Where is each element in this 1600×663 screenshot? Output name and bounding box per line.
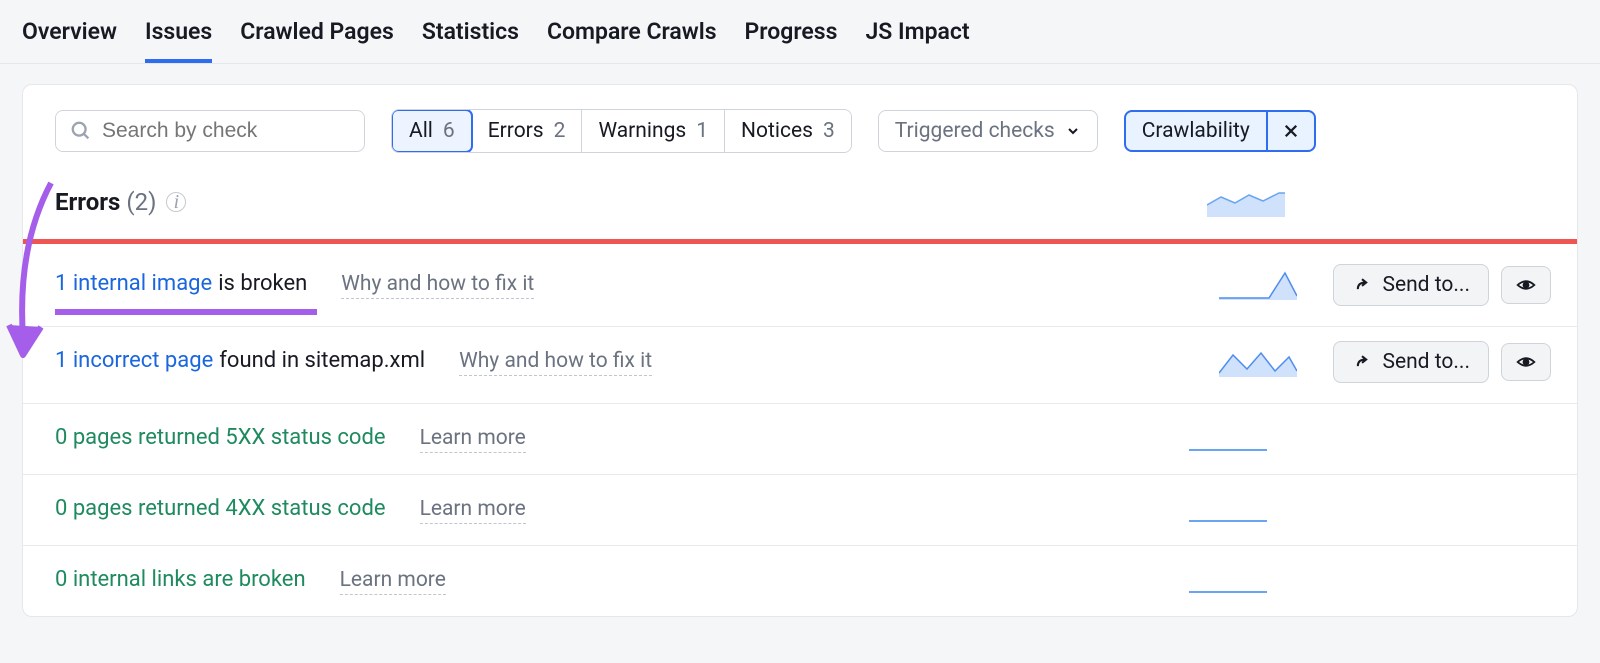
row-sparkline (1219, 270, 1297, 300)
issue-text: 0 pages returned 5XX status code Learn m… (55, 425, 526, 453)
section-title: Errors (55, 188, 120, 216)
filter-errors-label: Errors (488, 119, 544, 143)
errors-section-header: Errors (2) i (23, 171, 1577, 239)
annotation-underline (55, 309, 317, 315)
filter-warnings-count: 1 (696, 119, 708, 143)
issue-desc: 0 pages returned 5XX status code (55, 425, 386, 450)
share-arrow-icon (1352, 352, 1372, 372)
row-sparkline (1189, 495, 1267, 525)
filter-all[interactable]: All 6 (391, 109, 473, 153)
help-link[interactable]: Learn more (420, 426, 526, 453)
send-to-label: Send to... (1382, 350, 1470, 374)
filter-chip-crawlability: Crawlability (1124, 110, 1316, 152)
filter-notices-label: Notices (741, 119, 813, 143)
filter-all-count: 6 (443, 119, 455, 143)
filter-errors[interactable]: Errors 2 (472, 110, 583, 152)
tabs-bar: Overview Issues Crawled Pages Statistics… (0, 0, 1600, 64)
issue-text: 0 pages returned 4XX status code Learn m… (55, 496, 526, 524)
visibility-toggle-button[interactable] (1501, 266, 1551, 304)
section-sparkline (1207, 187, 1285, 217)
close-icon (1282, 122, 1300, 140)
issue-desc: is broken (218, 271, 307, 296)
eye-icon (1514, 275, 1538, 295)
issue-desc: found in sitemap.xml (219, 348, 425, 373)
help-link[interactable]: Why and how to fix it (341, 272, 534, 299)
search-field[interactable] (55, 110, 365, 152)
issue-desc: 0 pages returned 4XX status code (55, 496, 386, 521)
filter-warnings-label: Warnings (598, 119, 686, 143)
issue-row: 1 incorrect page found in sitemap.xml Wh… (23, 321, 1577, 404)
filter-warnings[interactable]: Warnings 1 (582, 110, 725, 152)
issue-text: 1 internal image is broken Why and how t… (55, 271, 534, 299)
visibility-toggle-button[interactable] (1501, 343, 1551, 381)
row-sparkline (1219, 347, 1297, 377)
issue-link[interactable]: 1 incorrect page (55, 348, 213, 373)
search-icon (70, 120, 92, 142)
filter-notices-count: 3 (823, 119, 835, 143)
send-to-button[interactable]: Send to... (1333, 264, 1489, 306)
filter-toolbar: All 6 Errors 2 Warnings 1 Notices 3 Trig… (23, 85, 1577, 171)
help-link[interactable]: Learn more (420, 497, 526, 524)
issues-panel: All 6 Errors 2 Warnings 1 Notices 3 Trig… (22, 84, 1578, 617)
tab-crawled-pages[interactable]: Crawled Pages (240, 18, 394, 63)
info-icon[interactable]: i (166, 192, 186, 212)
tab-statistics[interactable]: Statistics (422, 18, 519, 63)
issue-row: 0 internal links are broken Learn more (23, 546, 1577, 616)
tab-compare-crawls[interactable]: Compare Crawls (547, 18, 717, 63)
issue-link[interactable]: 1 internal image (55, 271, 212, 296)
tab-progress[interactable]: Progress (745, 18, 838, 63)
issue-row: 0 pages returned 4XX status code Learn m… (23, 475, 1577, 546)
chip-remove-button[interactable] (1268, 115, 1314, 147)
send-to-button[interactable]: Send to... (1333, 341, 1489, 383)
filter-notices[interactable]: Notices 3 (725, 110, 851, 152)
eye-icon (1514, 352, 1538, 372)
help-link[interactable]: Why and how to fix it (459, 349, 652, 376)
issue-text: 1 incorrect page found in sitemap.xml Wh… (55, 348, 652, 376)
section-count: (2) (126, 188, 156, 216)
help-link[interactable]: Learn more (340, 568, 446, 595)
row-sparkline (1189, 566, 1267, 596)
chevron-down-icon (1065, 123, 1081, 139)
severity-filter-group: All 6 Errors 2 Warnings 1 Notices 3 (391, 109, 852, 153)
filter-all-label: All (409, 119, 433, 143)
row-sparkline (1189, 424, 1267, 454)
triggered-checks-label: Triggered checks (895, 119, 1055, 143)
tab-js-impact[interactable]: JS Impact (865, 18, 969, 63)
share-arrow-icon (1352, 275, 1372, 295)
search-input[interactable] (102, 119, 350, 143)
issue-text: 0 internal links are broken Learn more (55, 567, 446, 595)
issue-row: 0 pages returned 5XX status code Learn m… (23, 404, 1577, 475)
triggered-checks-dropdown[interactable]: Triggered checks (878, 110, 1098, 152)
tab-issues[interactable]: Issues (145, 18, 212, 63)
chip-label: Crawlability (1126, 112, 1268, 150)
filter-errors-count: 2 (554, 119, 566, 143)
issue-desc: 0 internal links are broken (55, 567, 306, 592)
send-to-label: Send to... (1382, 273, 1470, 297)
tab-overview[interactable]: Overview (22, 18, 117, 63)
